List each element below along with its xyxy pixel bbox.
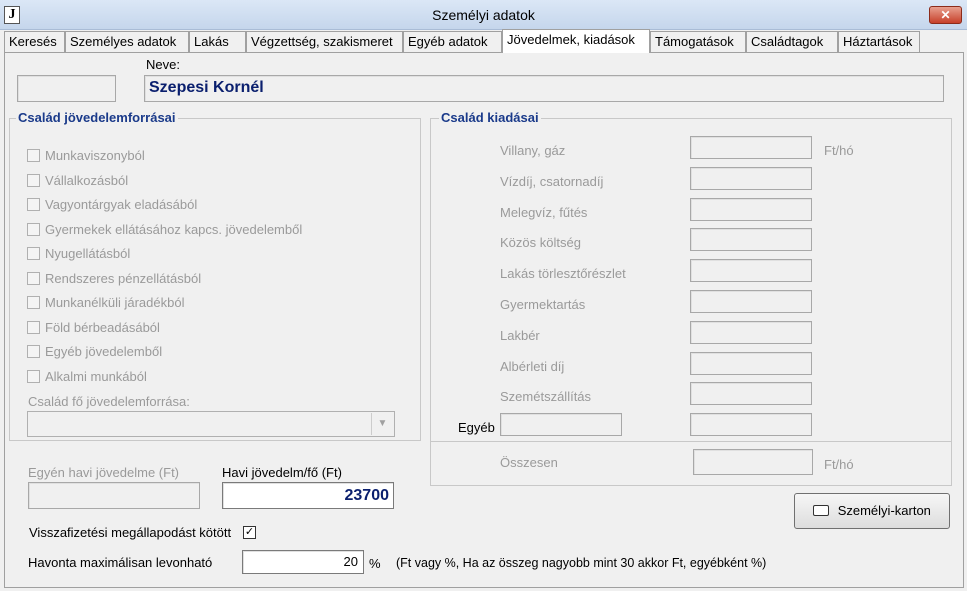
tab-egyeb-adatok[interactable]: Egyéb adatok bbox=[403, 31, 502, 52]
tab-tamogatasok[interactable]: Támogatások bbox=[650, 31, 746, 52]
max-deduct-label: Havonta maximálisan levonható bbox=[28, 555, 213, 570]
repayment-checkbox[interactable]: ✓ bbox=[243, 526, 256, 539]
repayment-label: Visszafizetési megállapodást kötött bbox=[29, 525, 232, 540]
income-checkbox[interactable] bbox=[27, 149, 40, 162]
income-checkbox-label: Rendszeres pénzellátásból bbox=[45, 270, 202, 286]
income-checkbox[interactable] bbox=[27, 173, 40, 187]
expense-label: Szemétszállítás bbox=[500, 389, 592, 405]
individual-income-label: Egyén havi jövedelme (Ft) bbox=[28, 465, 180, 480]
tab-lakas[interactable]: Lakás bbox=[189, 31, 246, 52]
expense-input[interactable] bbox=[690, 351, 812, 375]
expense-input[interactable] bbox=[690, 259, 812, 283]
income-checkbox-label: Vagyontárgyak eladásából bbox=[45, 197, 198, 212]
tab-haztartasok[interactable]: Háztartások bbox=[838, 31, 920, 52]
expense-label: Vízdíj, csatornadíj bbox=[500, 173, 604, 189]
tab-szemelyes-adatok[interactable]: Személyes adatok bbox=[65, 31, 189, 52]
expense-label: Lakbér bbox=[500, 327, 540, 343]
per-capita-field: 23700 bbox=[222, 482, 394, 509]
income-checkbox[interactable] bbox=[27, 369, 40, 383]
expense-input[interactable] bbox=[690, 136, 812, 159]
expense-label: Lakás törlesztőrészlet bbox=[500, 266, 626, 282]
income-checkbox-label: Munkaviszonyból bbox=[45, 148, 145, 163]
main-source-label: Család fő jövedelemforrása: bbox=[28, 394, 190, 409]
income-checkbox[interactable] bbox=[27, 198, 40, 211]
close-button[interactable]: ✕ bbox=[929, 6, 962, 24]
income-checkbox-label: Munkanélküli járadékból bbox=[45, 295, 185, 310]
expenses-divider bbox=[430, 441, 952, 442]
max-deduct-hint: (Ft vagy %, Ha az összeg nagyobb mint 30… bbox=[396, 556, 767, 570]
tab-kereses[interactable]: Keresés bbox=[4, 31, 65, 52]
name-label: Neve: bbox=[146, 57, 180, 72]
income-checkbox-label: Nyugellátásból bbox=[45, 246, 131, 261]
title-bar: J Személyi adatok ✕ bbox=[0, 0, 967, 30]
expense-input[interactable] bbox=[690, 197, 812, 221]
main-source-select[interactable]: ▼ bbox=[27, 411, 395, 437]
income-checkbox[interactable] bbox=[27, 271, 40, 285]
income-checkbox-label: Alkalmi munkából bbox=[45, 368, 147, 384]
tab-jovedelmek-kiadasok[interactable]: Jövedelmek, kiadások bbox=[502, 29, 650, 53]
personal-card-button[interactable]: Személyi-karton bbox=[794, 493, 950, 529]
unit-label: Ft/hó bbox=[824, 143, 854, 158]
total-label: Összesen bbox=[500, 455, 558, 470]
other-label: Egyéb bbox=[458, 420, 495, 435]
name-field: Szepesi Kornél bbox=[144, 75, 944, 102]
expense-label: Albérleti díj bbox=[500, 358, 565, 374]
expense-input[interactable] bbox=[690, 228, 812, 252]
other-name-input[interactable] bbox=[500, 413, 622, 436]
printer-icon bbox=[813, 505, 830, 516]
income-group-title: Család jövedelemforrásai bbox=[16, 110, 178, 125]
expense-label: Villany, gáz bbox=[500, 143, 566, 158]
income-checkbox[interactable] bbox=[27, 345, 40, 358]
expense-input[interactable] bbox=[690, 166, 812, 190]
per-capita-label: Havi jövedelm/fő (Ft) bbox=[222, 465, 342, 480]
window-title: Személyi adatok bbox=[432, 7, 535, 23]
total-unit-label: Ft/hó bbox=[824, 457, 854, 472]
expense-input[interactable] bbox=[690, 290, 812, 313]
income-checkbox[interactable] bbox=[27, 296, 40, 309]
expense-label: Melegvíz, fűtés bbox=[500, 204, 588, 220]
tab-vegzettseg[interactable]: Végzettség, szakismeret bbox=[246, 31, 403, 52]
tab-csaladtagok[interactable]: Családtagok bbox=[746, 31, 838, 52]
income-checkbox-label: Vállalkozásból bbox=[45, 172, 129, 188]
individual-income-field bbox=[28, 482, 200, 509]
income-checkbox[interactable] bbox=[27, 320, 40, 334]
income-checkbox-label: Föld bérbeadásából bbox=[45, 319, 160, 335]
expense-input[interactable] bbox=[690, 320, 812, 344]
expenses-group-title: Család kiadásai bbox=[439, 110, 541, 125]
income-checkbox[interactable] bbox=[27, 222, 40, 236]
expense-label: Közös költség bbox=[500, 235, 581, 251]
other-amount-input[interactable] bbox=[690, 413, 812, 436]
total-field bbox=[693, 449, 813, 475]
expense-label: Gyermektartás bbox=[500, 297, 586, 312]
chevron-down-icon[interactable]: ▼ bbox=[371, 413, 393, 435]
income-checkbox-label: Gyermekek ellátásához kapcs. jövedelembő… bbox=[45, 221, 303, 237]
income-checkbox[interactable] bbox=[27, 247, 40, 260]
max-deduct-unit: % bbox=[369, 556, 381, 571]
max-deduct-input[interactable]: 20 bbox=[242, 550, 364, 574]
id-field bbox=[17, 75, 116, 102]
income-checkbox-label: Egyéb jövedelemből bbox=[45, 344, 163, 359]
expense-input[interactable] bbox=[690, 382, 812, 406]
personal-card-button-label: Személyi-karton bbox=[837, 503, 931, 518]
